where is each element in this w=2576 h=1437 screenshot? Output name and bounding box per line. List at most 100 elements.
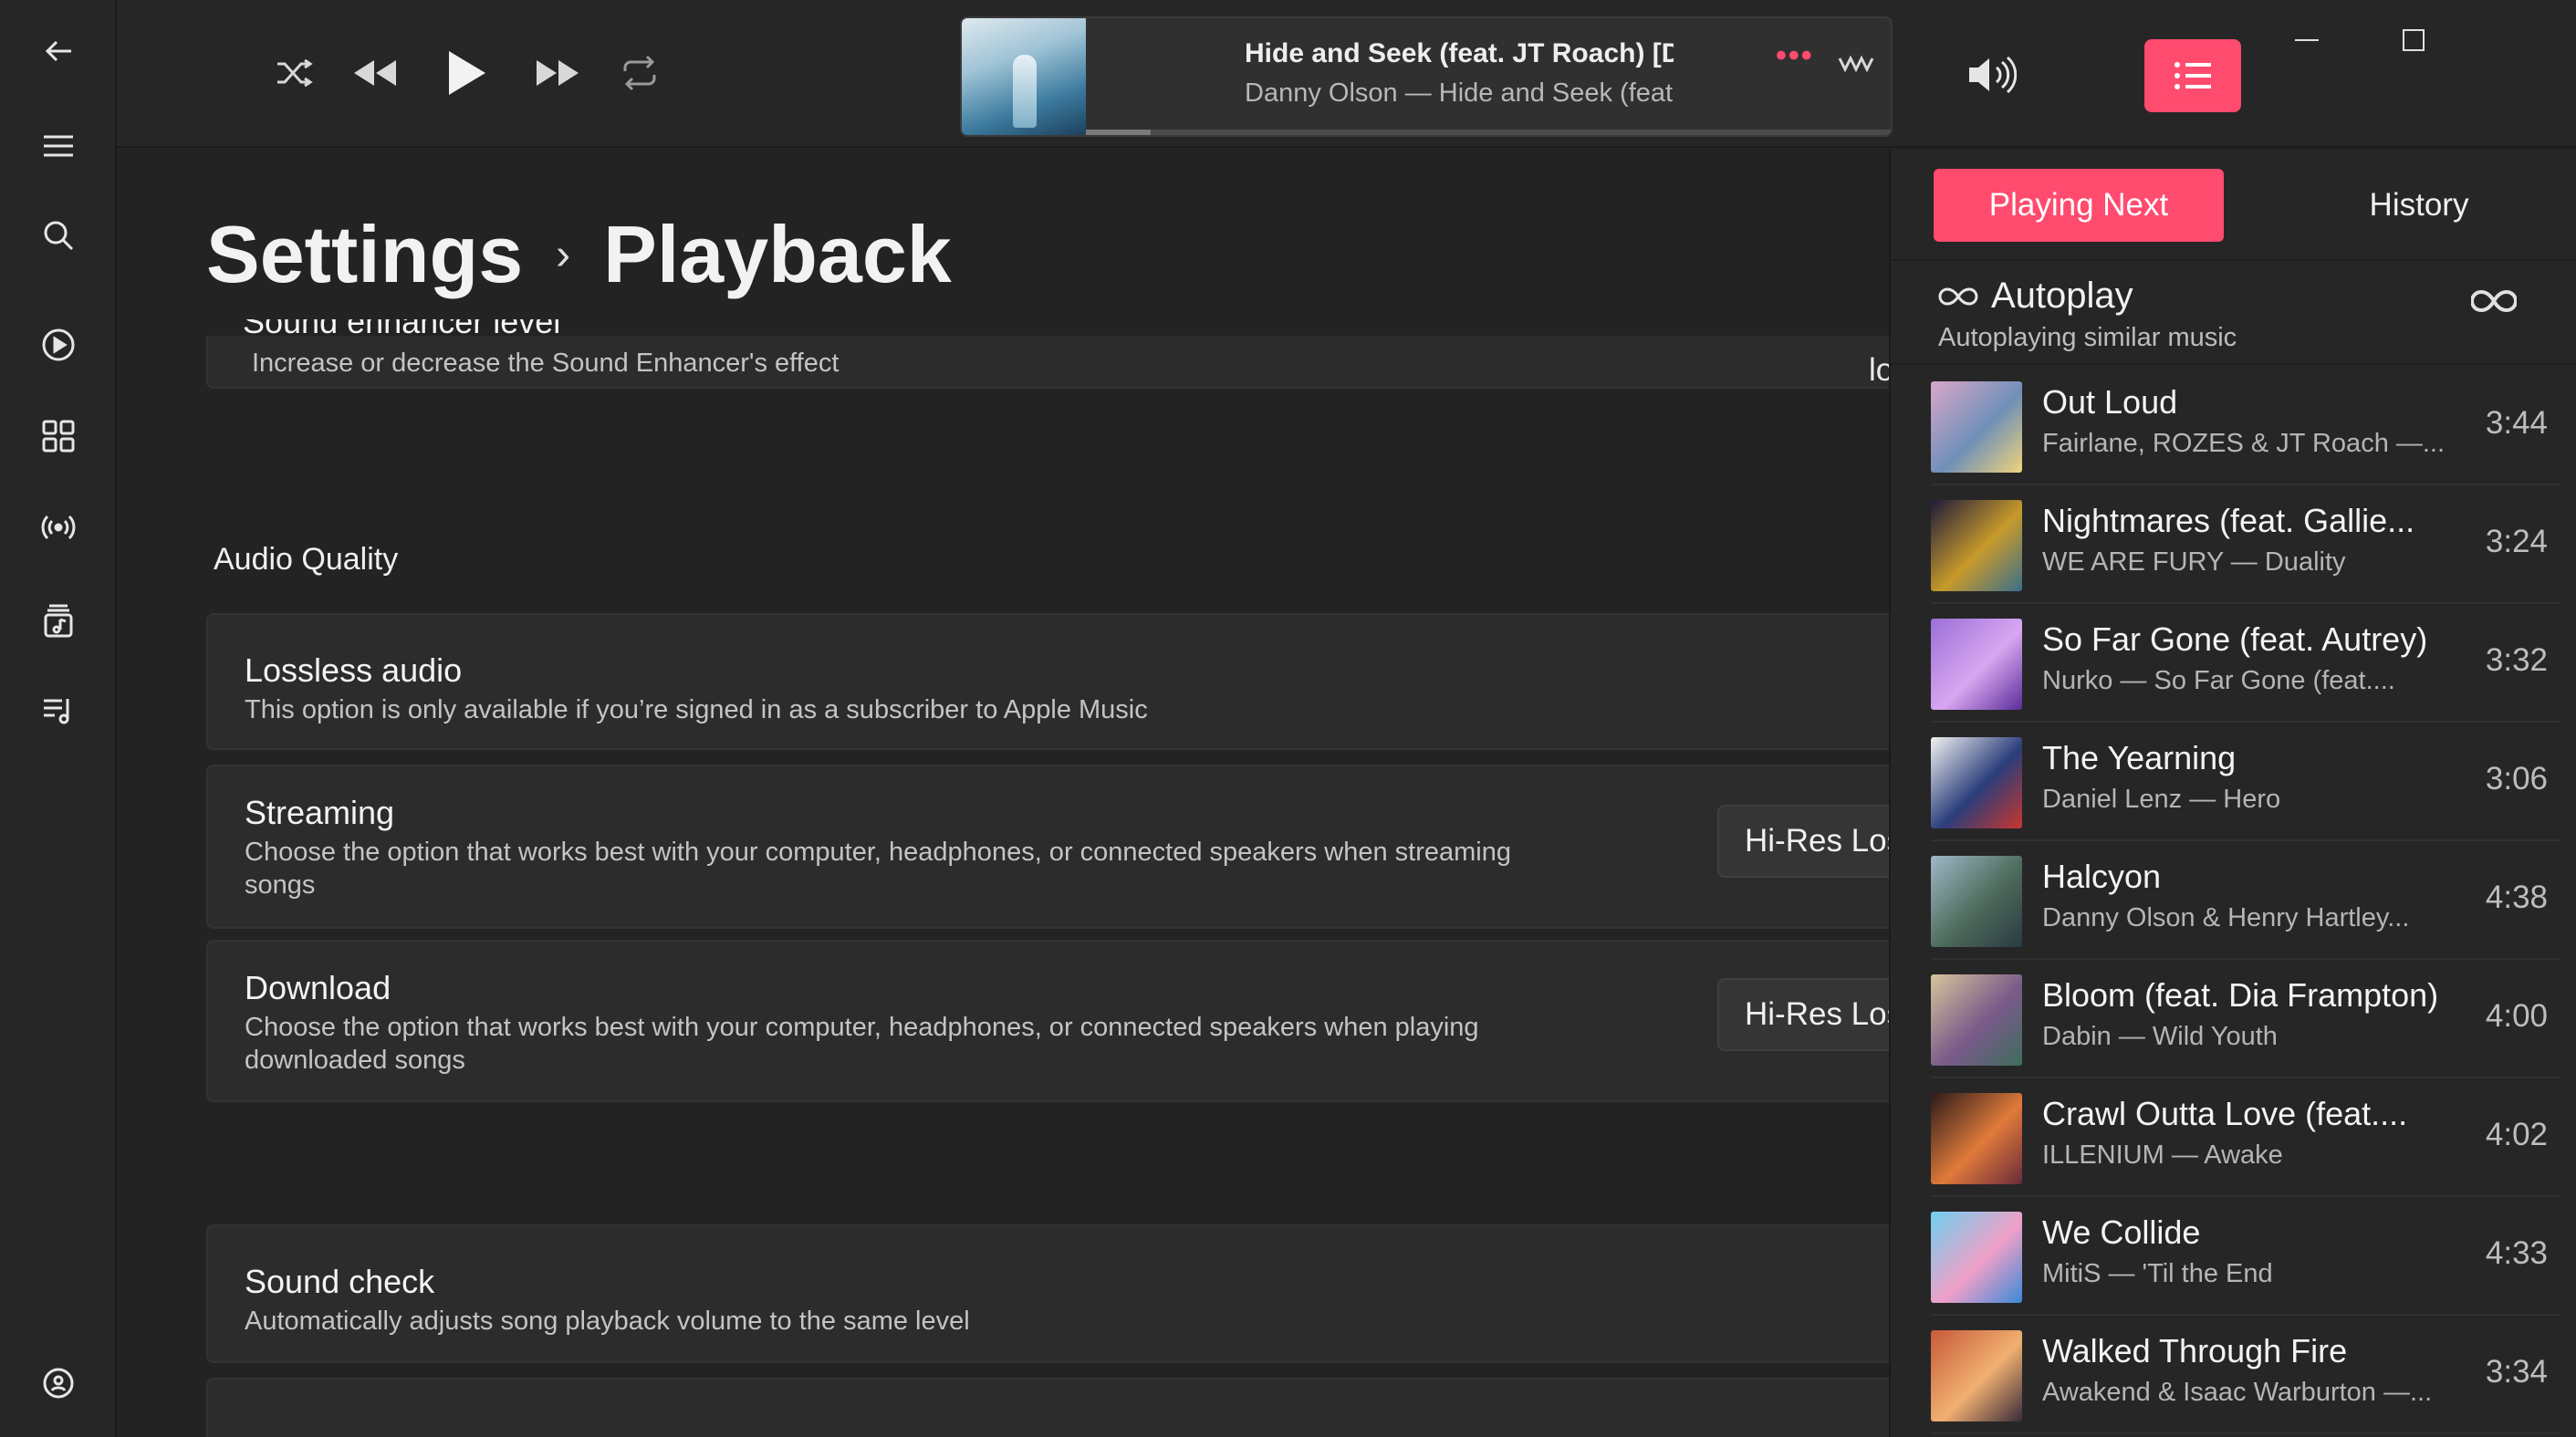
autoplay-header: Autoplay: [1938, 276, 2133, 317]
breadcrumb: Settings › Playback: [206, 208, 952, 301]
next-icon[interactable]: [522, 36, 595, 109]
infinity-icon: [1938, 286, 1978, 306]
track-duration: 3:24: [2485, 524, 2548, 559]
track-title: Bloom (feat. Dia Frampton): [2042, 976, 2439, 1014]
audio-quality-heading: Audio Quality: [214, 542, 399, 577]
playlist-icon[interactable]: [22, 673, 95, 746]
track-subtitle: Awakend & Isaac Warburton —...: [2042, 1378, 2433, 1407]
queue-divider: [1891, 259, 2576, 261]
track-title: We Collide: [2042, 1213, 2201, 1251]
queue-track-row[interactable]: Bloom (feat. Dia Frampton) Dabin — Wild Y…: [1931, 962, 2560, 1078]
volume-icon[interactable]: [1955, 38, 2028, 111]
sound-enhancer-description: Increase or decrease the Sound Enhancer'…: [252, 349, 840, 378]
track-subtitle: Dabin — Wild Youth: [2042, 1022, 2278, 1051]
grid-icon[interactable]: [22, 400, 95, 473]
search-icon[interactable]: [22, 199, 95, 272]
track-artwork: [1931, 1212, 2022, 1303]
track-duration: 4:33: [2485, 1235, 2548, 1271]
download-title: Download: [245, 969, 391, 1006]
player-bar: Hide and Seek (feat. JT Roach) [Don D Da…: [117, 0, 2576, 148]
queue-toggle-button[interactable]: [2144, 39, 2241, 112]
playback-progress-fill: [1086, 130, 1151, 135]
track-separator: [1931, 1432, 2560, 1434]
library-icon[interactable]: [22, 584, 95, 657]
next-setting-card[interactable]: [206, 1378, 1889, 1437]
playback-progress-bar[interactable]: [1086, 130, 1891, 135]
sound-enhancer-level-value[interactable]: low: [1869, 352, 1889, 389]
sound-check-card[interactable]: Sound check Automatically adjusts song p…: [206, 1224, 1889, 1363]
shuffle-icon[interactable]: [257, 36, 330, 109]
track-duration: 4:02: [2485, 1117, 2548, 1152]
account-icon[interactable]: [22, 1347, 95, 1420]
track-separator: [1931, 721, 2560, 723]
track-title: Crawl Outta Love (feat....: [2042, 1095, 2408, 1132]
tab-playing-next[interactable]: Playing Next: [1934, 169, 2224, 242]
track-separator: [1931, 484, 2560, 485]
settings-page: Settings › Playback Sound enhancer level…: [117, 150, 1889, 1437]
menu-icon[interactable]: [22, 109, 95, 182]
track-artwork: [1931, 500, 2022, 591]
track-artwork: [1931, 974, 2022, 1066]
autoplay-subtitle: Autoplaying similar music: [1938, 323, 2237, 352]
download-quality-select[interactable]: Hi-Res Lossless: [1717, 978, 1889, 1051]
queue-track-row[interactable]: Out Loud Fairlane, ROZES & JT Roach —... 3…: [1931, 369, 2560, 485]
download-description: Choose the option that works best with y…: [245, 1013, 1479, 1075]
chevron-right-icon: ›: [556, 230, 571, 279]
track-artwork: [1931, 737, 2022, 828]
lossless-audio-title: Lossless audio: [245, 651, 463, 689]
now-playing-card[interactable]: Hide and Seek (feat. JT Roach) [Don D Da…: [960, 16, 1893, 137]
track-separator: [1931, 602, 2560, 604]
repeat-icon[interactable]: [603, 36, 676, 109]
track-title: Walked Through Fire: [2042, 1332, 2348, 1369]
track-subtitle: ILLENIUM — Awake: [2042, 1140, 2283, 1170]
sound-enhancer-title-clip: Sound enhancer level: [206, 319, 1889, 338]
track-title: Halcyon: [2042, 858, 2162, 895]
lossless-audio-card[interactable]: Lossless audio This option is only avail…: [206, 613, 1889, 750]
track-subtitle: Daniel Lenz — Hero: [2042, 785, 2281, 814]
queue-track-row[interactable]: Walked Through Fire Awakend & Isaac Warbu…: [1931, 1317, 2560, 1434]
track-duration: 4:38: [2485, 880, 2548, 915]
queue-track-row[interactable]: We Collide MitiS — 'Til the End 4:33: [1931, 1199, 2560, 1316]
autoplay-divider: [1891, 363, 2576, 365]
page-title: Playback: [603, 209, 952, 299]
track-subtitle: Danny Olson & Henry Hartley...: [2042, 903, 2410, 932]
back-arrow-icon[interactable]: [22, 15, 95, 88]
track-subtitle: Fairlane, ROZES & JT Roach —...: [2042, 429, 2444, 458]
tab-history[interactable]: History: [2274, 169, 2564, 242]
autoplay-toggle-icon[interactable]: [2470, 288, 2518, 318]
queue-track-row[interactable]: Crawl Outta Love (feat.... ILLENIUM — Awa…: [1931, 1080, 2560, 1197]
track-artwork: [1931, 1093, 2022, 1184]
minimize-icon[interactable]: [2270, 13, 2343, 68]
streaming-description: Choose the option that works best with y…: [245, 838, 1511, 900]
maximize-icon[interactable]: [2377, 13, 2450, 68]
track-separator: [1931, 1077, 2560, 1078]
lossless-audio-description: This option is only available if you’re …: [245, 695, 1148, 724]
radio-icon[interactable]: [22, 491, 95, 564]
now-playing-title: Hide and Seek (feat. JT Roach) [Don D: [1245, 38, 1674, 68]
track-subtitle: MitiS — 'Til the End: [2042, 1259, 2273, 1288]
track-subtitle: WE ARE FURY — Duality: [2042, 547, 2346, 577]
nav-rail: [0, 0, 117, 1437]
track-artwork: [1931, 856, 2022, 947]
now-playing-subtitle: Danny Olson — Hide and Seek (feat. JT: [1245, 78, 1674, 108]
track-separator: [1931, 839, 2560, 841]
track-duration: 3:06: [2485, 761, 2548, 797]
breadcrumb-settings[interactable]: Settings: [206, 208, 523, 301]
streaming-quality-select[interactable]: Hi-Res Lossless: [1717, 805, 1889, 878]
track-artwork: [1931, 619, 2022, 710]
more-options-icon[interactable]: •••: [1776, 38, 1814, 74]
sound-enhancer-title: Sound enhancer level: [243, 319, 560, 338]
download-quality-card: Download Choose the option that works be…: [206, 940, 1889, 1102]
queue-track-row[interactable]: So Far Gone (feat. Autrey) Nurko — So Far…: [1931, 606, 2560, 723]
track-duration: 3:32: [2485, 642, 2548, 678]
music-app-window: Hide and Seek (feat. JT Roach) [Don D Da…: [0, 0, 2576, 1437]
queue-track-row[interactable]: Nightmares (feat. Gallie... WE ARE FURY —…: [1931, 487, 2560, 604]
previous-icon[interactable]: [338, 36, 411, 109]
track-title: The Yearning: [2042, 739, 2237, 776]
streaming-title: Streaming: [245, 794, 395, 831]
lossless-wave-icon: [1838, 53, 1874, 79]
queue-track-row[interactable]: Halcyon Danny Olson & Henry Hartley... 4:3…: [1931, 843, 2560, 960]
queue-track-row[interactable]: The Yearning Daniel Lenz — Hero 3:06: [1931, 724, 2560, 841]
play-circle-icon[interactable]: [22, 308, 95, 381]
play-icon[interactable]: [429, 36, 502, 109]
